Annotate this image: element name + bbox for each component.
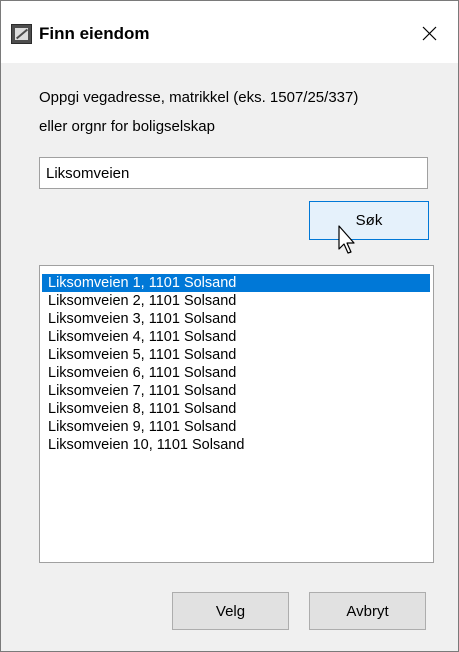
results-list[interactable]: Liksomveien 1, 1101 Solsand Liksomveien 2… <box>39 265 434 563</box>
instruction-line-1: Oppgi vegadresse, matrikkel (eks. 1507/2… <box>39 89 359 106</box>
list-item[interactable]: Liksomveien 8, 1101 Solsand <box>42 400 430 418</box>
select-button[interactable]: Velg <box>172 592 289 630</box>
close-button[interactable] <box>409 15 449 51</box>
list-item[interactable]: Liksomveien 3, 1101 Solsand <box>42 310 430 328</box>
list-item[interactable]: Liksomveien 1, 1101 Solsand <box>42 274 430 292</box>
find-property-dialog: Finn eiendom Oppgi vegadresse, matrikkel… <box>0 0 459 652</box>
list-item[interactable]: Liksomveien 5, 1101 Solsand <box>42 346 430 364</box>
dialog-title: Finn eiendom <box>39 24 150 43</box>
title-bar: Finn eiendom <box>1 1 458 63</box>
list-item[interactable]: Liksomveien 6, 1101 Solsand <box>42 364 430 382</box>
list-item[interactable]: Liksomveien 9, 1101 Solsand <box>42 418 430 436</box>
close-icon <box>422 26 437 41</box>
list-item[interactable]: Liksomveien 10, 1101 Solsand <box>42 436 430 454</box>
search-button[interactable]: Søk <box>309 201 429 240</box>
list-item[interactable]: Liksomveien 7, 1101 Solsand <box>42 382 430 400</box>
app-icon <box>11 24 32 44</box>
list-item[interactable]: Liksomveien 4, 1101 Solsand <box>42 328 430 346</box>
instruction-line-2: eller orgnr for boligselskap <box>39 118 215 135</box>
list-item[interactable]: Liksomveien 2, 1101 Solsand <box>42 292 430 310</box>
search-input[interactable] <box>39 157 428 189</box>
cancel-button[interactable]: Avbryt <box>309 592 426 630</box>
